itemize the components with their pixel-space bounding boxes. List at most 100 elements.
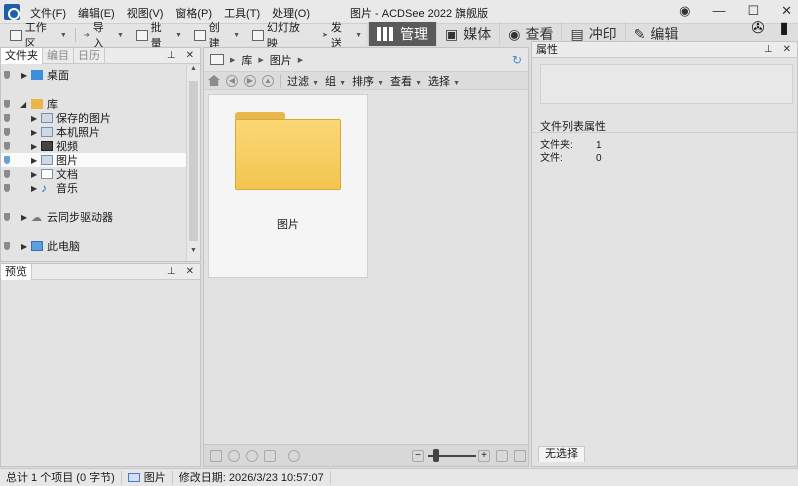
pictures-folder-icon bbox=[41, 113, 53, 123]
chevron-down-icon: ▼ bbox=[453, 79, 460, 87]
tree-item-label: 此电脑 bbox=[47, 241, 80, 253]
expand-arrow-icon[interactable]: ▶ bbox=[31, 156, 37, 165]
expand-arrow-icon[interactable]: ▶ bbox=[31, 170, 37, 179]
tree-item-pictures[interactable]: ▶ 图片 bbox=[1, 153, 187, 167]
stats-icon[interactable]: ▮ bbox=[774, 18, 794, 38]
image-view-icon[interactable] bbox=[496, 450, 508, 462]
brush-icon: ✎ bbox=[633, 25, 646, 42]
chevron-down-icon: ▼ bbox=[355, 31, 362, 39]
tab-folders[interactable]: 文件夹 bbox=[1, 47, 43, 64]
pin-marker-icon bbox=[4, 170, 10, 178]
folder-thumbnail-icon bbox=[127, 473, 140, 482]
main-toolbar: 工作区 ▼ ➔ 导入 ▼ 批量 ▼ 创建 ▼ 幻灯放映 ➤ 发送 ▼ bbox=[0, 22, 366, 50]
property-row-files: 文件: 0 bbox=[540, 149, 602, 164]
chevron-down-icon: ▼ bbox=[116, 31, 124, 39]
close-icon[interactable]: ✕ bbox=[186, 266, 194, 277]
property-key: 文件: bbox=[540, 153, 563, 164]
send-icon: ➤ bbox=[321, 32, 328, 39]
expand-arrow-icon[interactable]: ▶ bbox=[21, 71, 27, 80]
pin-marker-icon bbox=[4, 156, 10, 164]
eye-icon: ◉ bbox=[508, 25, 521, 42]
pin-icon[interactable]: ⊥ bbox=[167, 266, 176, 277]
account-icon[interactable]: ◉ bbox=[679, 3, 690, 19]
acdsee-logo-icon bbox=[4, 4, 20, 20]
close-icon[interactable]: ✕ bbox=[781, 3, 792, 19]
tree-item-label: 云同步驱动器 bbox=[47, 212, 113, 224]
path-root-icon[interactable] bbox=[210, 54, 224, 65]
breadcrumb-pictures[interactable]: 图片 bbox=[270, 52, 292, 68]
tree-item-label: 音乐 bbox=[56, 183, 78, 195]
close-icon[interactable]: ✕ bbox=[783, 44, 791, 55]
breadcrumb-separator-icon: ▶ bbox=[258, 56, 264, 64]
pin-marker-icon bbox=[4, 71, 10, 79]
refresh-icon[interactable]: ↻ bbox=[512, 53, 522, 67]
folder-icon bbox=[235, 112, 341, 190]
tab-no-selection[interactable]: 无选择 bbox=[538, 446, 585, 462]
expand-arrow-icon[interactable]: ▶ bbox=[21, 242, 27, 251]
filter-label: 过滤 bbox=[287, 75, 309, 88]
minimize-icon[interactable]: — bbox=[712, 3, 725, 19]
breadcrumb-library[interactable]: 库 bbox=[241, 52, 252, 68]
pin-marker-icon bbox=[4, 213, 10, 221]
up-icon[interactable]: ▲ bbox=[262, 74, 274, 87]
pictures-folder-icon bbox=[41, 127, 53, 137]
chevron-down-icon: ▼ bbox=[175, 31, 182, 39]
close-icon[interactable]: ✕ bbox=[186, 50, 194, 61]
expand-arrow-icon[interactable]: ▶ bbox=[31, 142, 37, 151]
pin-icon[interactable]: ⊥ bbox=[764, 44, 773, 55]
slider-knob[interactable] bbox=[433, 449, 439, 462]
sort-menu[interactable]: 排序 ▼ bbox=[352, 73, 384, 89]
view-menu[interactable]: 查看 ▼ bbox=[390, 73, 422, 89]
expand-arrow-icon[interactable]: ▶ bbox=[31, 114, 37, 123]
dashboard-icon[interactable]: ✇ bbox=[748, 18, 768, 38]
divider bbox=[280, 73, 281, 88]
chevron-down-icon: ▼ bbox=[312, 79, 319, 87]
status-bar: 总计 1 个项目 (0 字节) 图片 修改日期: 2026/3/23 10:57… bbox=[0, 468, 798, 486]
expand-arrow-icon[interactable]: ▶ bbox=[31, 184, 37, 193]
zoom-out-icon[interactable]: − bbox=[412, 450, 424, 462]
batch-edit-icon[interactable] bbox=[210, 450, 222, 462]
path-bar: ▶ 库 ▶ 图片 ▶ ↻ bbox=[204, 48, 528, 72]
folder-body bbox=[235, 119, 341, 190]
tab-catalog[interactable]: 编目 bbox=[43, 47, 74, 64]
divider bbox=[532, 132, 797, 133]
divider bbox=[74, 28, 76, 42]
folder-tree-scrollbar[interactable]: ▲ ▼ bbox=[186, 65, 200, 261]
library-icon bbox=[31, 99, 43, 109]
pin-marker-icon bbox=[4, 242, 10, 250]
expand-arrow-icon[interactable]: ▶ bbox=[21, 213, 27, 222]
rotate-left-icon[interactable] bbox=[228, 450, 240, 462]
mode-media[interactable]: ▣ 媒体 bbox=[436, 22, 499, 46]
expand-arrow-icon[interactable]: ▶ bbox=[31, 128, 37, 137]
mode-right-buttons: ✇ ▮ bbox=[748, 18, 798, 38]
mode-manage[interactable]: 管理 bbox=[368, 22, 436, 46]
manage-grid-icon bbox=[377, 27, 395, 41]
breadcrumb-separator-icon: ▶ bbox=[230, 56, 236, 64]
pin-icon[interactable]: ⊥ bbox=[167, 50, 176, 61]
group-label: 组 bbox=[325, 75, 336, 88]
scroll-down-icon[interactable]: ▼ bbox=[187, 247, 200, 261]
compare-icon[interactable] bbox=[264, 450, 276, 462]
file-browser: ▶ 库 ▶ 图片 ▶ ↻ ◀ ▶ ▲ 过滤 ▼ 组 ▼ 排序 ▼ 查看 ▼ 选择… bbox=[203, 47, 529, 467]
chevron-down-icon: ▼ bbox=[415, 79, 422, 87]
select-menu[interactable]: 选择 ▼ bbox=[428, 73, 460, 89]
maximize-icon[interactable]: ☐ bbox=[747, 3, 759, 19]
group-menu[interactable]: 组 ▼ bbox=[325, 73, 346, 89]
desktop-icon bbox=[31, 70, 43, 80]
folder-thumbnail[interactable]: 图片 bbox=[208, 94, 368, 278]
zoom-in-icon[interactable]: + bbox=[478, 450, 490, 462]
back-icon[interactable]: ◀ bbox=[226, 74, 238, 87]
rotate-right-icon[interactable] bbox=[246, 450, 258, 462]
play-icon[interactable] bbox=[288, 450, 300, 462]
collapse-arrow-icon[interactable]: ◢ bbox=[20, 100, 26, 109]
filter-menu[interactable]: 过滤 ▼ bbox=[287, 73, 319, 89]
forward-icon[interactable]: ▶ bbox=[244, 74, 256, 87]
folder-panel-header: 文件夹 编目 日历 ⊥ ✕ bbox=[1, 47, 200, 64]
scrollbar-thumb[interactable] bbox=[189, 81, 198, 241]
document-icon bbox=[41, 169, 53, 179]
list-view-icon[interactable] bbox=[514, 450, 526, 462]
tab-calendar[interactable]: 日历 bbox=[74, 47, 105, 64]
cloud-icon: ☁ bbox=[31, 211, 42, 224]
scroll-up-icon[interactable]: ▲ bbox=[187, 65, 200, 79]
home-icon[interactable] bbox=[208, 75, 220, 86]
